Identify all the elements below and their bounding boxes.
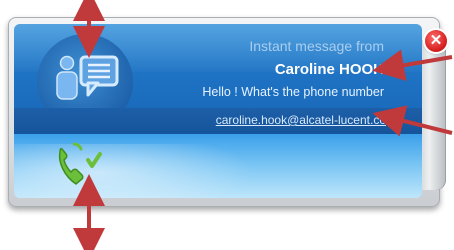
annotation-arrows [73,0,453,250]
